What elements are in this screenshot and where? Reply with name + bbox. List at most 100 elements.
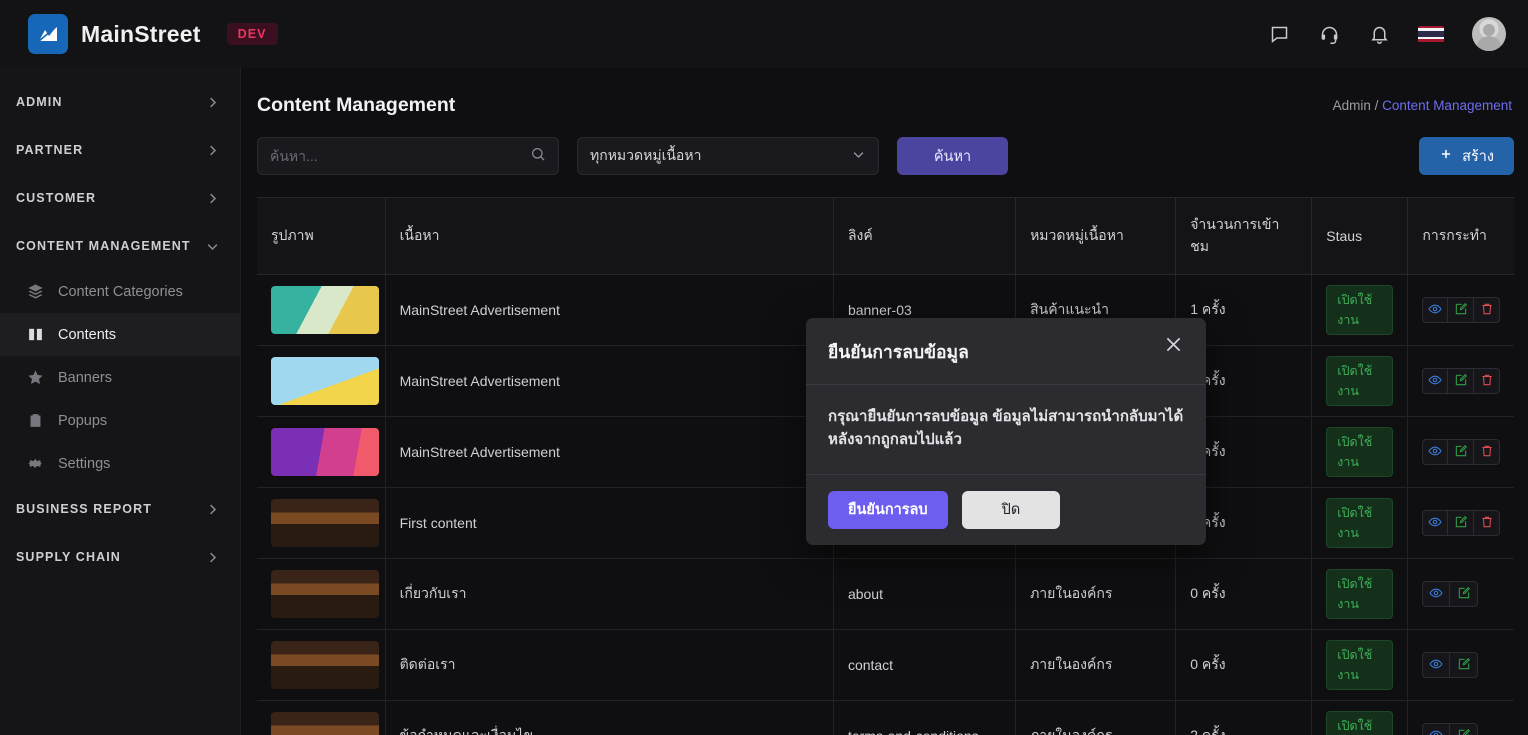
edit-button[interactable] xyxy=(1448,439,1475,465)
plus-icon xyxy=(1439,147,1453,165)
content-thumbnail[interactable] xyxy=(271,357,379,405)
eye-button[interactable] xyxy=(1422,439,1449,465)
trash-icon xyxy=(1480,302,1494,319)
cell-image xyxy=(257,274,386,346)
delete-confirm-modal: ยืนยันการลบข้อมูล กรุณายืนยันการลบข้อมูล… xyxy=(806,318,1206,545)
edit-button[interactable] xyxy=(1450,723,1479,735)
cell-link: about xyxy=(833,558,1017,630)
create-button-label: สร้าง xyxy=(1462,148,1494,165)
eye-button[interactable] xyxy=(1422,723,1451,735)
search-field-wrapper[interactable] xyxy=(257,137,559,175)
status-badge: เปิดใช้งาน xyxy=(1326,285,1394,335)
brand-logo[interactable]: MainStreet xyxy=(28,14,201,54)
eye-button[interactable] xyxy=(1422,510,1449,536)
cell-status: เปิดใช้งาน xyxy=(1311,416,1409,488)
edit-button[interactable] xyxy=(1448,368,1475,394)
content-thumbnail[interactable] xyxy=(271,641,379,689)
sidebar-group-supply-chain[interactable]: SUPPLY CHAIN xyxy=(0,533,240,581)
cell-link: contact xyxy=(833,629,1017,701)
eye-button[interactable] xyxy=(1422,581,1451,607)
sidebar-item-contents[interactable]: Contents xyxy=(0,313,240,356)
brand-name: MainStreet xyxy=(81,20,201,47)
cell-image xyxy=(257,700,386,735)
sidebar-item-label: Content Categories xyxy=(58,283,183,300)
search-icon[interactable] xyxy=(530,146,546,167)
content-thumbnail[interactable] xyxy=(271,286,379,334)
status-badge: เปิดใช้งาน xyxy=(1326,356,1394,406)
gear-icon xyxy=(26,455,44,473)
cell-status: เปิดใช้งาน xyxy=(1311,487,1409,559)
mountain-chart-icon xyxy=(38,25,58,42)
cell-category: ภายในองค์กร xyxy=(1015,558,1177,630)
sidebar-item-content-categories[interactable]: Content Categories xyxy=(0,270,240,313)
bell-icon[interactable] xyxy=(1368,23,1390,45)
close-icon[interactable] xyxy=(1163,334,1184,355)
create-button[interactable]: สร้าง xyxy=(1419,137,1514,175)
eye-button[interactable] xyxy=(1422,368,1449,394)
clipboard-icon xyxy=(26,412,44,430)
sidebar-item-popups[interactable]: Popups xyxy=(0,399,240,442)
eye-icon xyxy=(1429,728,1443,735)
confirm-delete-button[interactable]: ยืนยันการลบ xyxy=(828,490,948,529)
modal-header: ยืนยันการลบข้อมูล xyxy=(806,318,1206,385)
mainstreet-logo-icon xyxy=(28,14,68,54)
cell-content-title: ติดต่อเรา xyxy=(385,629,834,701)
sidebar-group-admin[interactable]: ADMIN xyxy=(0,78,240,126)
sidebar-group-business-report[interactable]: BUSINESS REPORT xyxy=(0,485,240,533)
cell-content-title: MainStreet Advertisement xyxy=(385,345,834,417)
eye-icon xyxy=(1429,657,1443,674)
content-thumbnail[interactable] xyxy=(271,428,379,476)
edit-icon xyxy=(1454,444,1468,461)
eye-button[interactable] xyxy=(1422,652,1451,678)
search-button[interactable]: ค้นหา xyxy=(897,137,1008,175)
action-button-group xyxy=(1422,297,1501,323)
edit-icon xyxy=(1454,302,1468,319)
sidebar-group-label: BUSINESS REPORT xyxy=(16,502,152,516)
trash-button[interactable] xyxy=(1474,297,1501,323)
sidebar-group-customer[interactable]: CUSTOMER xyxy=(0,174,240,222)
trash-button[interactable] xyxy=(1474,510,1501,536)
avatar[interactable] xyxy=(1472,17,1506,51)
sidebar-group-partner[interactable]: PARTNER xyxy=(0,126,240,174)
headset-icon[interactable] xyxy=(1318,23,1340,45)
status-badge: เปิดใช้งาน xyxy=(1326,711,1394,735)
star-icon xyxy=(26,369,44,387)
eye-button[interactable] xyxy=(1422,297,1449,323)
category-select[interactable]: ทุกหมวดหมู่เนื้อหา xyxy=(577,137,879,175)
cell-image xyxy=(257,345,386,417)
edit-button[interactable] xyxy=(1450,652,1479,678)
close-modal-button[interactable]: ปิด xyxy=(961,490,1061,529)
thai-flag-icon[interactable] xyxy=(1418,25,1444,43)
eye-icon xyxy=(1428,444,1442,461)
cell-actions xyxy=(1407,700,1514,735)
breadcrumb-root[interactable]: Admin xyxy=(1333,98,1371,113)
sidebar-item-settings[interactable]: Settings xyxy=(0,442,240,485)
cell-content-title: เกี่ยวกับเรา xyxy=(385,558,834,630)
trash-button[interactable] xyxy=(1474,439,1501,465)
env-badge: DEV xyxy=(226,23,278,45)
content-thumbnail[interactable] xyxy=(271,499,379,547)
search-input[interactable] xyxy=(270,148,530,164)
content-thumbnail[interactable] xyxy=(271,712,379,735)
modal-message: กรุณายืนยันการลบข้อมูล ข้อมูลไม่สามารถนำ… xyxy=(806,385,1206,475)
trash-button[interactable] xyxy=(1474,368,1501,394)
content-thumbnail[interactable] xyxy=(271,570,379,618)
chevron-right-icon xyxy=(205,95,220,110)
table-row: ข้อกำหนดและเงื่อนไขterms-and-conditionsภ… xyxy=(257,700,1514,735)
chat-icon[interactable] xyxy=(1268,23,1290,45)
edit-button[interactable] xyxy=(1450,581,1479,607)
cell-actions xyxy=(1407,345,1514,417)
cell-image xyxy=(257,629,386,701)
table-row: ติดต่อเรา contact ภายในองค์กร 0 ครั้ง เปิดใช… xyxy=(257,629,1514,701)
cell-content-title: First content xyxy=(385,487,834,559)
cell-views: 2 ครั้ง xyxy=(1175,700,1313,735)
sidebar-group-label: SUPPLY CHAIN xyxy=(16,550,121,564)
breadcrumb-current[interactable]: Content Management xyxy=(1382,98,1512,113)
table-header-row: รูปภาพ เนื้อหา ลิงค์ หมวดหมู่เนื้อหา จำน… xyxy=(257,198,1514,275)
edit-button[interactable] xyxy=(1448,510,1475,536)
chevron-right-icon xyxy=(205,550,220,565)
sidebar-group-content-management[interactable]: CONTENT MANAGEMENT xyxy=(0,222,240,270)
sidebar-item-banners[interactable]: Banners xyxy=(0,356,240,399)
status-badge: เปิดใช้งาน xyxy=(1326,640,1394,690)
edit-button[interactable] xyxy=(1448,297,1475,323)
